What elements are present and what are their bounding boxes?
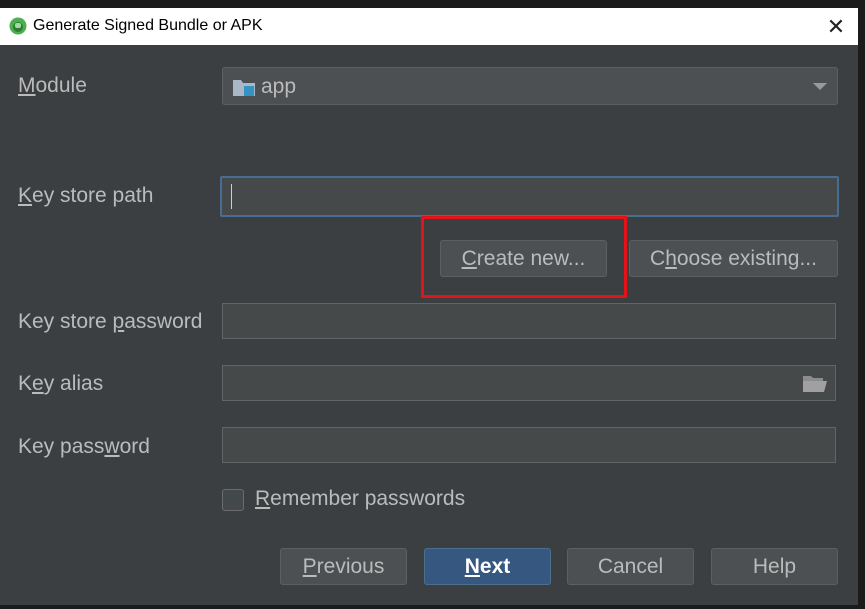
folder-open-icon[interactable] xyxy=(803,374,827,397)
key-password-input[interactable] xyxy=(222,427,836,463)
window-title: Generate Signed Bundle or APK xyxy=(33,17,263,34)
dialog-window: Generate Signed Bundle or APK ✕ Module a… xyxy=(0,8,858,605)
remember-passwords-label[interactable]: Remember passwords xyxy=(255,487,465,511)
key-alias-label: Key alias xyxy=(18,372,104,395)
close-icon[interactable]: ✕ xyxy=(814,8,858,45)
chevron-down-icon xyxy=(813,83,827,90)
next-button[interactable]: Next xyxy=(424,548,551,585)
help-button[interactable]: Help xyxy=(711,548,838,585)
text-caret xyxy=(231,184,232,209)
previous-button[interactable]: Previous xyxy=(280,548,407,585)
keystore-password-input[interactable] xyxy=(222,303,836,339)
module-folder-icon xyxy=(233,78,255,101)
keystore-path-input[interactable] xyxy=(220,176,839,217)
keystore-path-label: Key store path xyxy=(18,184,154,207)
key-password-label: Key password xyxy=(18,435,150,458)
title-bar: Generate Signed Bundle or APK ✕ xyxy=(0,8,858,45)
module-label: Module xyxy=(18,74,87,97)
module-value: app xyxy=(261,75,297,98)
cancel-button[interactable]: Cancel xyxy=(567,548,694,585)
key-alias-input[interactable] xyxy=(222,365,836,401)
highlight-box xyxy=(421,216,627,298)
android-studio-icon xyxy=(9,17,27,35)
remember-passwords-checkbox[interactable] xyxy=(222,489,244,511)
keystore-password-label: Key store password xyxy=(18,310,203,333)
choose-existing-button[interactable]: Ch oose existing... xyxy=(629,240,838,277)
module-dropdown[interactable]: app xyxy=(222,67,838,105)
